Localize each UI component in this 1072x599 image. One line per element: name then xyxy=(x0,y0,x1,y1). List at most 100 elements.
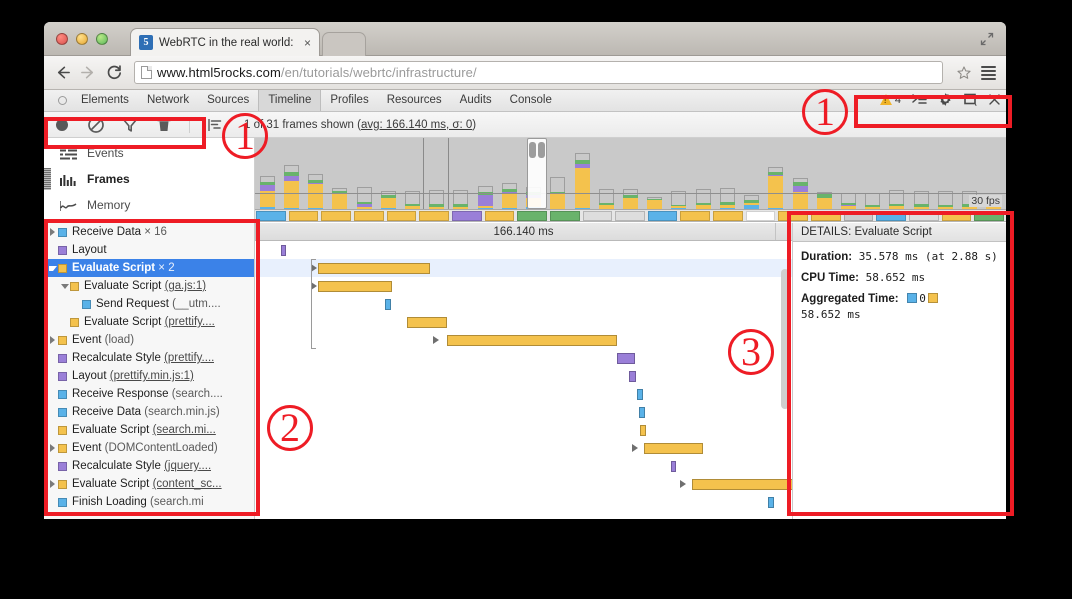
sidebar-item-frames[interactable]: Frames xyxy=(44,166,254,192)
timeline-waterfall[interactable]: 166.140 ms xyxy=(255,223,792,519)
waterfall-bar[interactable] xyxy=(629,371,636,382)
tree-row[interactable]: Evaluate Script (ga.js:1) xyxy=(44,277,254,295)
waterfall-bar[interactable] xyxy=(671,461,676,472)
inspect-element-icon[interactable] xyxy=(52,93,72,109)
tab-timeline[interactable]: Timeline xyxy=(258,90,321,111)
tree-row-link[interactable]: (content_sc... xyxy=(153,478,222,490)
frame-bar[interactable] xyxy=(284,165,299,209)
tab-console[interactable]: Console xyxy=(501,90,561,111)
record-button[interactable] xyxy=(53,116,71,134)
frame-view-button[interactable] xyxy=(206,116,224,134)
tree-row-link[interactable]: (prettify.... xyxy=(164,352,214,364)
chevron-right-icon[interactable] xyxy=(47,228,58,236)
waterfall-scrollbar[interactable] xyxy=(781,269,789,409)
frame-bar[interactable] xyxy=(647,197,662,209)
gear-icon[interactable] xyxy=(938,92,953,107)
tab-elements[interactable]: Elements xyxy=(72,90,138,111)
chevron-down-icon[interactable] xyxy=(47,266,58,271)
selection-handle-left[interactable] xyxy=(529,142,536,158)
sidebar-item-events[interactable]: Events xyxy=(44,140,254,166)
tree-row[interactable]: Evaluate Script (search.mi... xyxy=(44,421,254,439)
tree-row[interactable]: Receive Response (search.... xyxy=(44,385,254,403)
trash-button[interactable] xyxy=(155,116,173,134)
events-strip[interactable] xyxy=(255,210,1006,222)
frame-bar[interactable] xyxy=(308,174,323,209)
window-controls[interactable] xyxy=(56,33,108,45)
waterfall-row[interactable] xyxy=(255,313,792,331)
frame-bar[interactable] xyxy=(478,186,493,209)
tab-profiles[interactable]: Profiles xyxy=(321,90,377,111)
chevron-down-icon[interactable] xyxy=(59,284,70,289)
frame-bar[interactable] xyxy=(744,195,759,209)
status-link[interactable]: avg: 166.140 ms, σ: 0 xyxy=(361,119,472,131)
frame-bar[interactable] xyxy=(720,188,735,209)
tab-audits[interactable]: Audits xyxy=(451,90,501,111)
browser-menu-icon[interactable] xyxy=(981,66,996,80)
tree-row[interactable]: Recalculate Style (prettify.... xyxy=(44,349,254,367)
waterfall-bar[interactable] xyxy=(640,425,646,436)
waterfall-row[interactable] xyxy=(255,277,792,295)
chevron-right-icon[interactable] xyxy=(47,336,58,344)
waterfall-bar[interactable] xyxy=(639,407,645,418)
browser-tab[interactable]: 5 WebRTC in the real world: × xyxy=(130,28,320,56)
waterfall-bar[interactable] xyxy=(692,479,792,490)
waterfall-row[interactable] xyxy=(255,367,792,385)
waterfall-row[interactable] xyxy=(255,457,792,475)
waterfall-row[interactable] xyxy=(255,241,792,259)
waterfall-row[interactable] xyxy=(255,259,792,277)
close-icon[interactable] xyxy=(989,94,1000,105)
tree-row[interactable]: Receive Data × 16 xyxy=(44,223,254,241)
frame-bar[interactable] xyxy=(768,167,783,209)
bookmark-star-icon[interactable] xyxy=(956,65,972,81)
tree-row-link[interactable]: (ga.js:1) xyxy=(165,280,207,292)
waterfall-bar[interactable] xyxy=(617,353,635,364)
tree-row[interactable]: Layout (prettify.min.js:1) xyxy=(44,367,254,385)
fullscreen-icon[interactable] xyxy=(980,32,994,46)
dock-icon[interactable] xyxy=(964,93,978,106)
chevron-right-icon[interactable] xyxy=(47,480,58,488)
clear-button[interactable] xyxy=(87,116,105,134)
tab-network[interactable]: Network xyxy=(138,90,198,111)
tree-row-link[interactable]: (jquery.... xyxy=(164,460,211,472)
frame-bar[interactable] xyxy=(696,189,711,209)
waterfall-row[interactable] xyxy=(255,295,792,313)
chevron-right-icon[interactable] xyxy=(47,444,58,452)
filter-button[interactable] xyxy=(121,116,139,134)
sidebar-item-memory[interactable]: Memory xyxy=(44,192,254,218)
frame-bar[interactable] xyxy=(575,153,590,209)
tree-row[interactable]: Send Request (__utm.... xyxy=(44,295,254,313)
selection-handle-right[interactable] xyxy=(538,142,545,158)
tab-resources[interactable]: Resources xyxy=(378,90,451,111)
tree-row-link[interactable]: (prettify.... xyxy=(165,316,215,328)
waterfall-bar[interactable] xyxy=(768,497,774,508)
waterfall-bar[interactable] xyxy=(318,281,392,292)
tree-row[interactable]: Evaluate Script (prettify.... xyxy=(44,313,254,331)
frame-bar[interactable] xyxy=(357,187,372,209)
close-window-button[interactable] xyxy=(56,33,68,45)
frame-bar[interactable] xyxy=(599,189,614,209)
waterfall-bar[interactable] xyxy=(447,335,617,346)
tab-close-icon[interactable]: × xyxy=(304,36,311,50)
frame-bar[interactable] xyxy=(841,193,856,209)
tree-row-link[interactable]: (search.mi... xyxy=(153,424,216,436)
expand-triangle-icon[interactable] xyxy=(433,336,439,344)
tree-row[interactable]: Evaluate Script (content_sc... xyxy=(44,475,254,493)
frames-overview-chart[interactable]: 30 fps xyxy=(255,138,1006,210)
waterfall-row[interactable] xyxy=(255,493,792,511)
waterfall-row[interactable] xyxy=(255,385,792,403)
waterfall-row[interactable] xyxy=(255,331,792,349)
reload-icon[interactable] xyxy=(106,64,123,81)
minimize-window-button[interactable] xyxy=(76,33,88,45)
waterfall-row[interactable] xyxy=(255,439,792,457)
frame-selection-window[interactable] xyxy=(527,138,547,209)
timeline-record-tree[interactable]: Receive Data × 16LayoutEvaluate Script ×… xyxy=(44,223,255,519)
warning-count-badge[interactable]: 4 xyxy=(880,94,901,106)
frame-bar[interactable] xyxy=(332,188,347,209)
waterfall-bar[interactable] xyxy=(407,317,447,328)
expand-triangle-icon[interactable] xyxy=(680,480,686,488)
waterfall-bar[interactable] xyxy=(281,245,286,256)
frame-bar[interactable] xyxy=(623,189,638,209)
waterfall-row[interactable] xyxy=(255,421,792,439)
tree-row[interactable]: Event (DOMContentLoaded) xyxy=(44,439,254,457)
waterfall-bar[interactable] xyxy=(637,389,643,400)
